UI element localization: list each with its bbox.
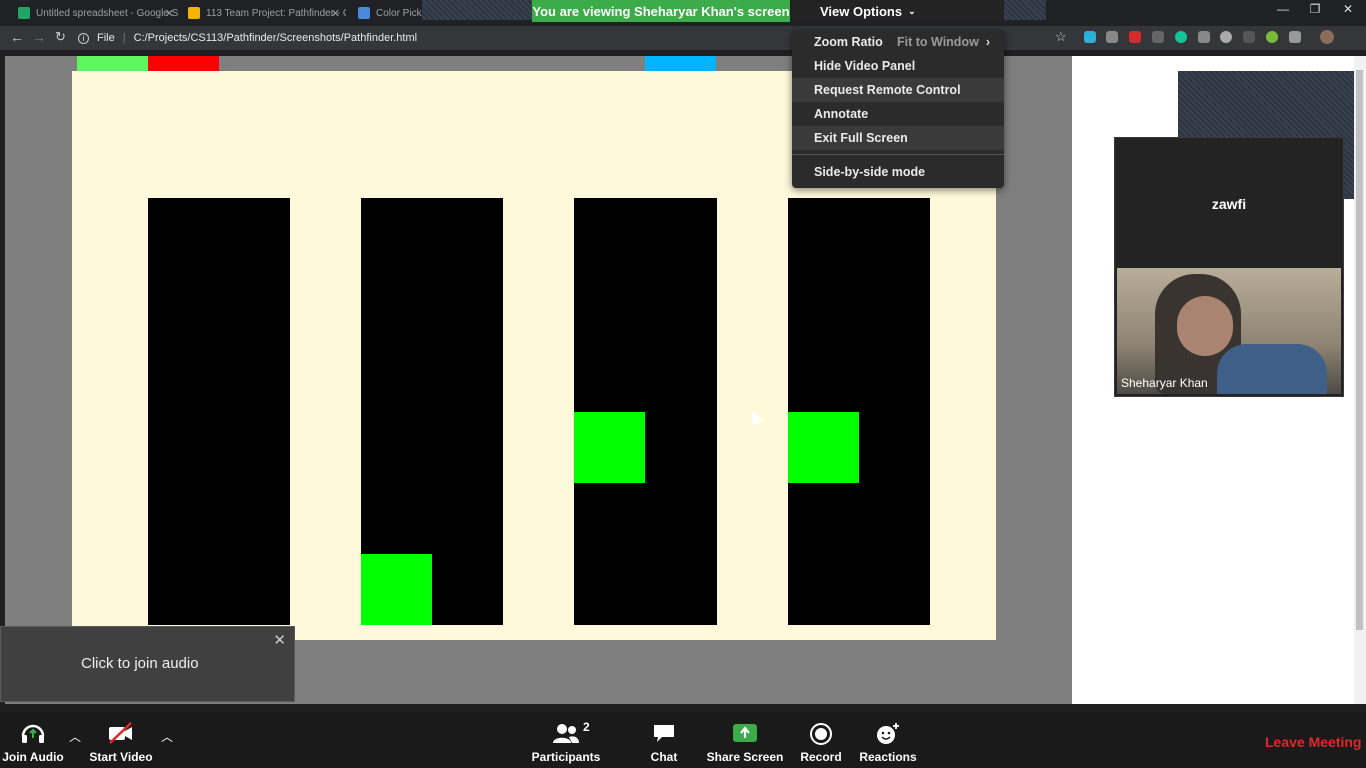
url-scheme: File [97, 32, 115, 44]
video-off-icon [109, 722, 132, 744]
record-button[interactable]: Record [798, 712, 844, 768]
path-cell [361, 554, 432, 625]
close-icon[interactable]: ✕ [273, 631, 286, 649]
person-face [1177, 296, 1233, 356]
menu-side-by-side-mode[interactable]: Side-by-side mode [792, 160, 1004, 184]
extension-icon[interactable] [1084, 31, 1096, 43]
menu-exit-full-screen[interactable]: Exit Full Screen [792, 126, 1004, 150]
extension-icon[interactable] [1152, 31, 1164, 43]
share-screen-icon [733, 724, 757, 742]
share-screen-button[interactable]: Share Screen [706, 712, 784, 768]
participant-name: zawfi [1211, 196, 1247, 212]
profile-avatar[interactable] [1320, 30, 1334, 44]
wall-column [148, 198, 290, 625]
menu-item-label: Hide Video Panel [814, 59, 916, 73]
extension-icon[interactable] [1106, 31, 1118, 43]
person-shirt [1217, 344, 1327, 394]
toolbar-label: Reactions [859, 750, 917, 764]
join-audio-button[interactable]: Join Audio [2, 712, 64, 768]
browser-tab-spreadsheet[interactable]: Untitled spreadsheet - Google S ✕ [8, 2, 180, 24]
tab-title: Color Pick [376, 7, 422, 19]
menu-item-label: Annotate [814, 107, 869, 121]
participant-video: Sheharyar Khan [1117, 268, 1341, 394]
view-options-menu: Zoom Ratio Fit to Window › Hide Video Pa… [792, 30, 1004, 188]
menu-zoom-ratio[interactable]: Zoom Ratio Fit to Window › [792, 30, 1004, 54]
chevron-up-icon[interactable]: ︿ [161, 728, 173, 745]
menu-item-label: Exit Full Screen [814, 131, 908, 145]
smiley-plus-icon [877, 723, 899, 744]
menu-divider [792, 154, 1004, 155]
close-window-icon[interactable]: ✕ [1333, 2, 1363, 16]
chat-button[interactable]: Chat [640, 712, 688, 768]
menu-item-label: Request Remote Control [814, 83, 961, 97]
minimize-icon[interactable]: — [1268, 2, 1298, 16]
headphones-icon [21, 724, 45, 743]
back-icon[interactable]: ← [10, 29, 24, 45]
view-options-button[interactable]: View Options ⌄ [792, 0, 1004, 22]
chat-icon [654, 725, 674, 742]
leave-meeting-button[interactable]: Leave Meeting [1265, 734, 1361, 750]
meeting-toolbar: Join Audio ︿ Start Video ︿ 2 Participant… [0, 712, 1366, 768]
menu-item-label: Side-by-side mode [814, 165, 926, 179]
sheets-icon [18, 7, 30, 19]
menu-annotate[interactable]: Annotate [792, 102, 1004, 126]
tab-title: Untitled spreadsheet - Google S [36, 7, 179, 19]
extension-icon[interactable] [1198, 31, 1210, 43]
toast-text: Click to join audio [81, 655, 199, 672]
restore-icon[interactable]: ❐ [1300, 2, 1330, 16]
zoom-ratio-value: Fit to Window [897, 35, 979, 49]
url-text: C:/Projects/CS113/Pathfinder/Screenshots… [133, 32, 418, 44]
browser-tab-color-picker[interactable]: Color Pick [348, 2, 424, 24]
menu-request-remote-control[interactable]: Request Remote Control [792, 78, 1004, 102]
url-separator: | [122, 32, 126, 44]
extension-icon[interactable] [1266, 31, 1278, 43]
toolbar-label: Start Video [89, 750, 153, 764]
menu-item-label: Zoom Ratio [814, 35, 883, 49]
hidden-region [422, 0, 532, 20]
extension-icon[interactable] [1220, 31, 1232, 43]
start-video-button[interactable]: Start Video [88, 712, 154, 768]
path-cell [788, 412, 859, 483]
video-panel[interactable]: zawfi Sheharyar Khan [1114, 137, 1344, 397]
adblock-icon[interactable] [1129, 31, 1141, 43]
participants-button[interactable]: 2 Participants [531, 712, 601, 768]
extension-icon[interactable] [1289, 31, 1301, 43]
view-options-label: View Options [820, 3, 903, 19]
star-icon[interactable]: ☆ [1055, 29, 1067, 45]
toolbar-label: Participants [531, 750, 601, 764]
browser-tab-team-project[interactable]: 113 Team Project: Pathfinder - G ✕ [178, 2, 346, 24]
info-icon: i [78, 32, 89, 44]
tab-title: 113 Team Project: Pathfinder - G [206, 7, 346, 19]
hidden-region [1004, 0, 1046, 20]
grammarly-icon[interactable] [1175, 31, 1187, 43]
toolbar-label: Chat [650, 750, 678, 764]
record-icon [810, 723, 832, 745]
reload-icon[interactable]: ↻ [55, 29, 66, 45]
color-picker-icon [358, 7, 370, 19]
page-scrollbar-thumb[interactable] [1356, 70, 1363, 630]
close-tab-icon[interactable]: ✕ [331, 7, 340, 20]
chevron-right-icon: › [985, 35, 990, 49]
toolbar-label: Record [800, 750, 842, 764]
viewing-screen-banner: You are viewing Sheharyar Khan's screen [532, 0, 790, 22]
reactions-button[interactable]: Reactions [859, 712, 917, 768]
chevron-up-icon[interactable]: ︿ [69, 728, 81, 745]
participants-icon [553, 724, 579, 743]
slides-icon [188, 7, 200, 19]
extension-icon[interactable] [1243, 31, 1255, 43]
join-audio-toast[interactable]: Click to join audio ✕ [0, 626, 295, 702]
forward-icon[interactable]: → [32, 29, 46, 45]
close-tab-icon[interactable]: ✕ [165, 7, 174, 20]
chevron-down-icon: ⌄ [908, 5, 916, 16]
toolbar-label: Join Audio [2, 750, 64, 764]
address-input[interactable]: i File | C:/Projects/CS113/Pathfinder/Sc… [78, 28, 798, 48]
toolbar-label: Share Screen [706, 750, 784, 764]
path-cell [574, 412, 645, 483]
participants-count: 2 [583, 720, 590, 734]
speaker-name-label: Sheharyar Khan [1121, 376, 1208, 390]
menu-hide-video-panel[interactable]: Hide Video Panel [792, 54, 1004, 78]
